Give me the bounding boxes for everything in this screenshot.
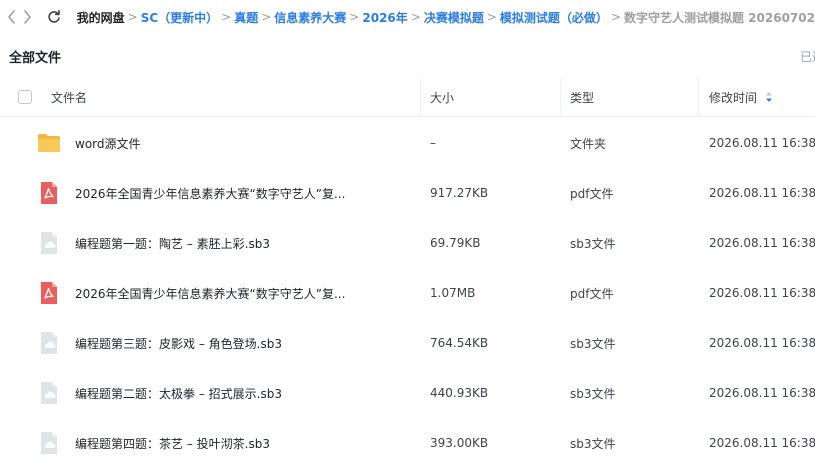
breadcrumb-separator: >: [349, 10, 360, 24]
refresh-icon: [47, 10, 60, 23]
file-type: sb3文件: [570, 236, 616, 251]
breadcrumb-mock[interactable]: 模拟测试题（必做）: [500, 9, 608, 26]
file-type: sb3文件: [570, 336, 616, 351]
breadcrumb-final[interactable]: 决赛模拟题: [424, 9, 484, 26]
column-header-type[interactable]: 类型: [570, 77, 594, 117]
sort-descending-icon[interactable]: [765, 91, 773, 103]
table-row[interactable]: 编程题第二题：太极拳 – 招式展示.sb3 440.93KB sb3文件 202…: [0, 368, 815, 418]
breadcrumb-separator: >: [221, 10, 232, 24]
file-modified-time: 2026.08.11 16:38: [709, 186, 815, 200]
pdf-icon: [37, 281, 61, 305]
file-name[interactable]: 2026年全国青少年信息素养大赛“数字守艺人”复...: [75, 168, 345, 218]
file-modified-time: 2026.08.11 16:38: [709, 436, 815, 450]
table-row[interactable]: 编程题第一题：陶艺 – 素胚上彩.sb3 69.79KB sb3文件 2026.…: [0, 218, 815, 268]
section-title: 全部文件: [9, 51, 62, 66]
file-size: 917.27KB: [430, 186, 489, 200]
selected-count-hint: 已选: [800, 50, 815, 64]
breadcrumb-separator: >: [261, 10, 272, 24]
table-header: 文件名 大小 类型 修改时间: [0, 77, 815, 117]
table-row[interactable]: 编程题第四题：茶艺 – 投叶沏茶.sb3 393.00KB sb3文件 2026…: [0, 418, 815, 468]
breadcrumb-root[interactable]: 我的网盘: [77, 9, 125, 26]
breadcrumb-zhenti[interactable]: 真题: [234, 9, 258, 26]
cloud-file-icon: [37, 231, 61, 255]
breadcrumb-current: 数字守艺人测试模拟题 20260702: [624, 10, 815, 25]
file-size: 764.54KB: [430, 336, 489, 350]
cloud-file-icon: [37, 331, 61, 355]
file-modified-time: 2026.08.11 16:38: [709, 286, 815, 300]
breadcrumb: 我的网盘 > SC（更新中） > 真题 > 信息素养大赛 > 2026年 > 决…: [77, 9, 815, 26]
file-type: sb3文件: [570, 436, 616, 451]
file-size: –: [430, 136, 436, 150]
column-header-modified[interactable]: 修改时间: [709, 77, 773, 117]
refresh-button[interactable]: [47, 7, 61, 27]
file-type: 文件夹: [570, 136, 607, 151]
chevron-left-icon: [7, 10, 15, 24]
file-type: pdf文件: [570, 186, 614, 201]
file-type: sb3文件: [570, 386, 616, 401]
breadcrumb-separator: >: [486, 10, 497, 24]
cloud-file-icon: [37, 381, 61, 405]
file-size: 440.93KB: [430, 386, 489, 400]
table-row[interactable]: 编程题第三题：皮影戏 – 角色登场.sb3 764.54KB sb3文件 202…: [0, 318, 815, 368]
forward-button[interactable]: [21, 7, 32, 27]
folder-icon: [37, 131, 61, 155]
file-name[interactable]: 编程题第一题：陶艺 – 素胚上彩.sb3: [75, 218, 270, 268]
breadcrumb-separator: >: [610, 10, 621, 24]
file-size: 1.07MB: [430, 286, 476, 300]
table-row[interactable]: word源文件 – 文件夹 2026.08.11 16:38: [0, 118, 815, 168]
file-type: pdf文件: [570, 286, 614, 301]
breadcrumb-separator: >: [410, 10, 421, 24]
file-name[interactable]: 编程题第二题：太极拳 – 招式展示.sb3: [75, 368, 282, 418]
file-name[interactable]: 2026年全国青少年信息素养大赛“数字守艺人”复...: [75, 268, 345, 318]
file-modified-time: 2026.08.11 16:38: [709, 336, 815, 350]
column-divider[interactable]: [420, 77, 421, 117]
pdf-icon: [37, 181, 61, 205]
breadcrumb-contest[interactable]: 信息素养大赛: [274, 9, 346, 26]
file-modified-time: 2026.08.11 16:38: [709, 136, 815, 150]
column-header-modified-label: 修改时间: [709, 90, 758, 105]
column-divider[interactable]: [698, 77, 699, 117]
file-name[interactable]: 编程题第四题：茶艺 – 投叶沏茶.sb3: [75, 418, 270, 468]
breadcrumb-separator: >: [127, 10, 138, 24]
breadcrumb-year[interactable]: 2026年: [362, 9, 407, 26]
file-size: 393.00KB: [430, 436, 489, 450]
file-size: 69.79KB: [430, 236, 481, 250]
column-header-size[interactable]: 大小: [430, 77, 454, 117]
file-name[interactable]: 编程题第三题：皮影戏 – 角色登场.sb3: [75, 318, 282, 368]
file-modified-time: 2026.08.11 16:38: [709, 236, 815, 250]
table-row[interactable]: 2026年全国青少年信息素养大赛“数字守艺人”复... 917.27KB pdf…: [0, 168, 815, 218]
file-name[interactable]: word源文件: [75, 118, 141, 168]
breadcrumb-bar: 我的网盘 > SC（更新中） > 真题 > 信息素养大赛 > 2026年 > 决…: [0, 0, 815, 34]
cloud-file-icon: [37, 431, 61, 455]
back-button[interactable]: [6, 7, 17, 27]
column-divider[interactable]: [560, 77, 561, 117]
chevron-right-icon: [24, 10, 31, 24]
file-list: word源文件 – 文件夹 2026.08.11 16:38 2026年全国青少…: [0, 118, 815, 468]
select-all-checkbox[interactable]: [18, 90, 32, 104]
breadcrumb-sc[interactable]: SC（更新中）: [141, 9, 218, 26]
table-row[interactable]: 2026年全国青少年信息素养大赛“数字守艺人”复... 1.07MB pdf文件…: [0, 268, 815, 318]
column-header-name[interactable]: 文件名: [51, 77, 87, 117]
file-modified-time: 2026.08.11 16:38: [709, 386, 815, 400]
